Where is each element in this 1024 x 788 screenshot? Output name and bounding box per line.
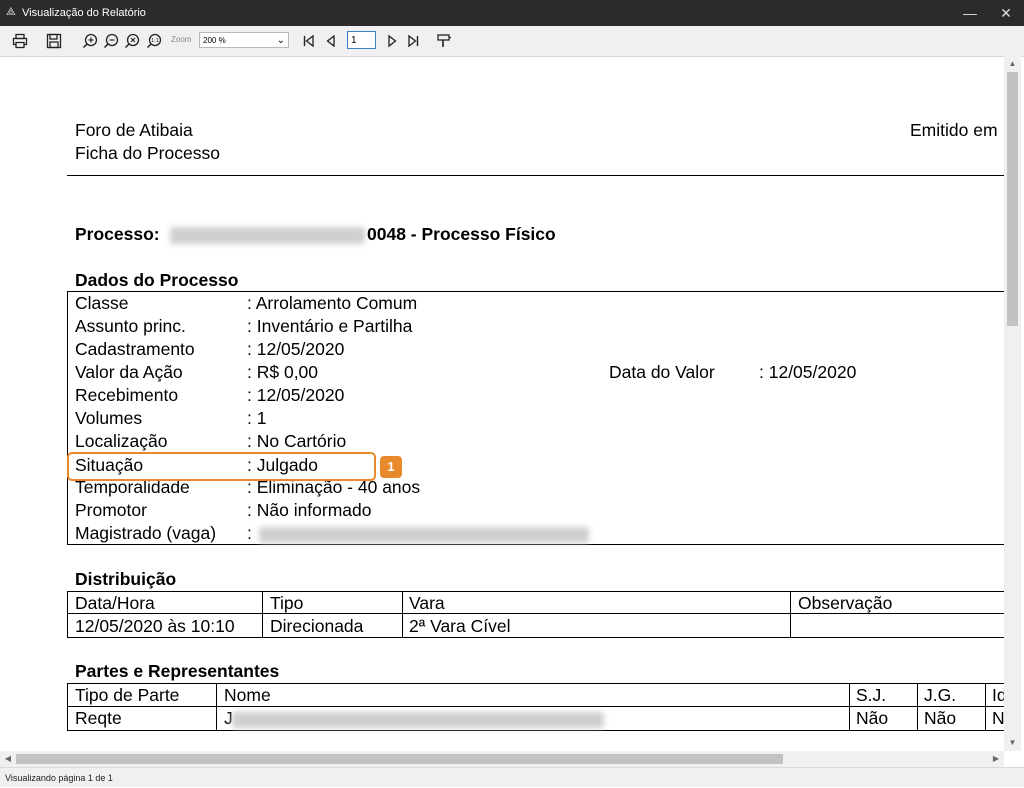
column-header: Nome <box>224 685 271 705</box>
window-title: Visualização do Relatório <box>22 7 146 19</box>
vertical-scroll-thumb[interactable] <box>1007 72 1018 326</box>
partes-title: Partes e Representantes <box>75 661 280 681</box>
distribuicao-title: Distribuição <box>75 569 177 589</box>
dados-value: : R$ 0,00 <box>247 362 319 382</box>
column-header: Tipo de Parte <box>75 685 180 705</box>
process-label: Processo: <box>75 224 160 244</box>
column-header: Data/Hora <box>75 593 155 613</box>
dados-box <box>67 291 1004 545</box>
report-page: Foro de Atibaia Ficha do Processo Emitid… <box>7 59 1004 750</box>
chevron-down-icon: ⌄ <box>276 35 285 46</box>
table-cell: N <box>992 708 1004 728</box>
column-divider <box>216 683 217 730</box>
column-header: Id <box>992 685 1004 705</box>
svg-text:1:1: 1:1 <box>151 38 159 44</box>
dados-label: Valor da Ação <box>75 362 183 382</box>
scroll-up-icon[interactable]: ▲ <box>1004 56 1021 72</box>
page-number-input[interactable]: 1 <box>347 31 376 49</box>
data-valor-label: Data do Valor <box>609 362 715 382</box>
zoom-select[interactable]: 200 % ⌄ <box>199 32 289 48</box>
table-cell: Não <box>856 708 889 728</box>
minimize-button[interactable]: — <box>952 0 988 26</box>
column-header: Vara <box>409 593 445 613</box>
previous-page-icon[interactable] <box>320 30 342 52</box>
table-cell: 2ª Vara Cível <box>409 616 511 636</box>
column-header: J.G. <box>924 685 957 705</box>
dados-label: Volumes <box>75 408 143 428</box>
app-icon: ⟁ <box>6 6 16 18</box>
report-subtitle: Ficha do Processo <box>75 143 220 163</box>
situacao-highlight <box>67 452 376 481</box>
column-divider <box>849 683 850 730</box>
issued-label: Emitido em <box>910 120 998 140</box>
column-header: Observação <box>798 593 893 613</box>
dados-label: Localização <box>75 431 168 451</box>
horizontal-scroll-thumb[interactable] <box>16 754 783 764</box>
column-divider <box>402 591 403 637</box>
column-divider <box>917 683 918 730</box>
forum-name: Foro de Atibaia <box>75 120 193 140</box>
zoom-label: Zoom <box>171 35 192 44</box>
dados-value: : <box>247 523 252 543</box>
dados-label: Assunto princ. <box>75 316 186 336</box>
zoom-fit-icon[interactable] <box>121 30 143 52</box>
scroll-down-icon[interactable]: ▼ <box>1004 735 1021 751</box>
dados-title: Dados do Processo <box>75 270 239 290</box>
zoom-value: 200 % <box>203 36 226 45</box>
redacted-magistrate <box>259 527 589 543</box>
dados-label: Promotor <box>75 500 147 520</box>
column-header: Tipo <box>270 593 304 613</box>
table-cell: Não <box>924 708 957 728</box>
next-page-icon[interactable] <box>381 30 403 52</box>
dados-label: Classe <box>75 293 129 313</box>
horizontal-scrollbar[interactable]: ◀ ▶ <box>0 751 1004 767</box>
redacted-process-number <box>170 227 365 244</box>
callout-badge: 1 <box>380 456 402 478</box>
dados-value: : Arrolamento Comum <box>247 293 418 313</box>
toolbar: 1:1 Zoom 200 % ⌄ 1 <box>0 26 1024 57</box>
process-suffix: 0048 - Processo Físico <box>367 224 556 244</box>
column-divider <box>790 591 791 637</box>
save-icon[interactable] <box>43 30 65 52</box>
dados-value: : Não informado <box>247 500 372 520</box>
zoom-actual-size-icon[interactable]: 1:1 <box>143 30 165 52</box>
dados-value: : 12/05/2020 <box>247 385 345 405</box>
dados-value: : No Cartório <box>247 431 347 451</box>
status-bar: Visualizando página 1 de 1 <box>0 767 1024 787</box>
header-divider <box>67 175 1004 176</box>
print-icon[interactable] <box>9 30 31 52</box>
first-page-icon[interactable] <box>298 30 320 52</box>
scroll-left-icon[interactable]: ◀ <box>0 751 16 767</box>
title-bar: ⟁ Visualização do Relatório — ✕ <box>0 0 1024 26</box>
table-cell: Reqte <box>75 708 122 728</box>
column-divider <box>262 591 263 637</box>
highlight-pen-icon[interactable] <box>433 30 455 52</box>
dados-label: Cadastramento <box>75 339 195 359</box>
zoom-in-icon[interactable] <box>79 30 101 52</box>
table-cell: Direcionada <box>270 616 364 636</box>
data-valor-value: : 12/05/2020 <box>759 362 857 382</box>
dados-value: : 12/05/2020 <box>247 339 345 359</box>
close-button[interactable]: ✕ <box>988 0 1024 26</box>
redacted-party-name <box>232 712 604 728</box>
dados-value: : Inventário e Partilha <box>247 316 413 336</box>
column-header: S.J. <box>856 685 887 705</box>
zoom-out-icon[interactable] <box>100 30 122 52</box>
dados-label: Recebimento <box>75 385 179 405</box>
dados-value: : 1 <box>247 408 267 428</box>
dados-label: Magistrado (vaga) <box>75 523 217 543</box>
table-row-divider <box>67 706 1004 707</box>
column-divider <box>985 683 986 730</box>
table-cell: 12/05/2020 às 10:10 <box>75 616 235 636</box>
scroll-right-icon[interactable]: ▶ <box>988 751 1004 767</box>
last-page-icon[interactable] <box>402 30 424 52</box>
vertical-scrollbar[interactable]: ▲ ▼ <box>1004 56 1021 751</box>
